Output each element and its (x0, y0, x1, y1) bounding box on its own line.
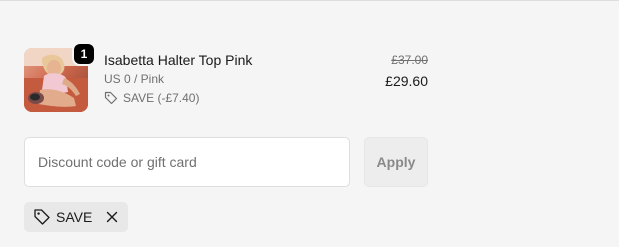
discount-code-input[interactable] (24, 137, 350, 187)
final-price: £29.60 (385, 73, 428, 89)
line-item-discount: SAVE (-£7.40) (104, 90, 199, 106)
line-item-discount-label: SAVE (-£7.40) (123, 91, 200, 105)
order-line-item: 1 Isabetta Halter Top Pink US 0 / Pink S… (24, 44, 428, 114)
product-name: Isabetta Halter Top Pink (104, 52, 253, 68)
price-column: £37.00 £29.60 (385, 52, 428, 90)
applied-discount-tag: SAVE (24, 202, 129, 232)
tag-icon (104, 91, 118, 105)
tag-icon (33, 208, 51, 226)
product-variant: US 0 / Pink (104, 72, 165, 86)
section-divider (0, 0, 619, 1)
remove-discount-button[interactable] (104, 209, 120, 225)
applied-discount-label: SAVE (56, 209, 93, 225)
product-thumbnail-wrapper: 1 (24, 44, 94, 112)
close-icon (107, 211, 118, 223)
apply-button[interactable]: Apply (364, 137, 428, 187)
quantity-badge: 1 (74, 44, 94, 64)
compare-at-price: £37.00 (391, 53, 428, 67)
